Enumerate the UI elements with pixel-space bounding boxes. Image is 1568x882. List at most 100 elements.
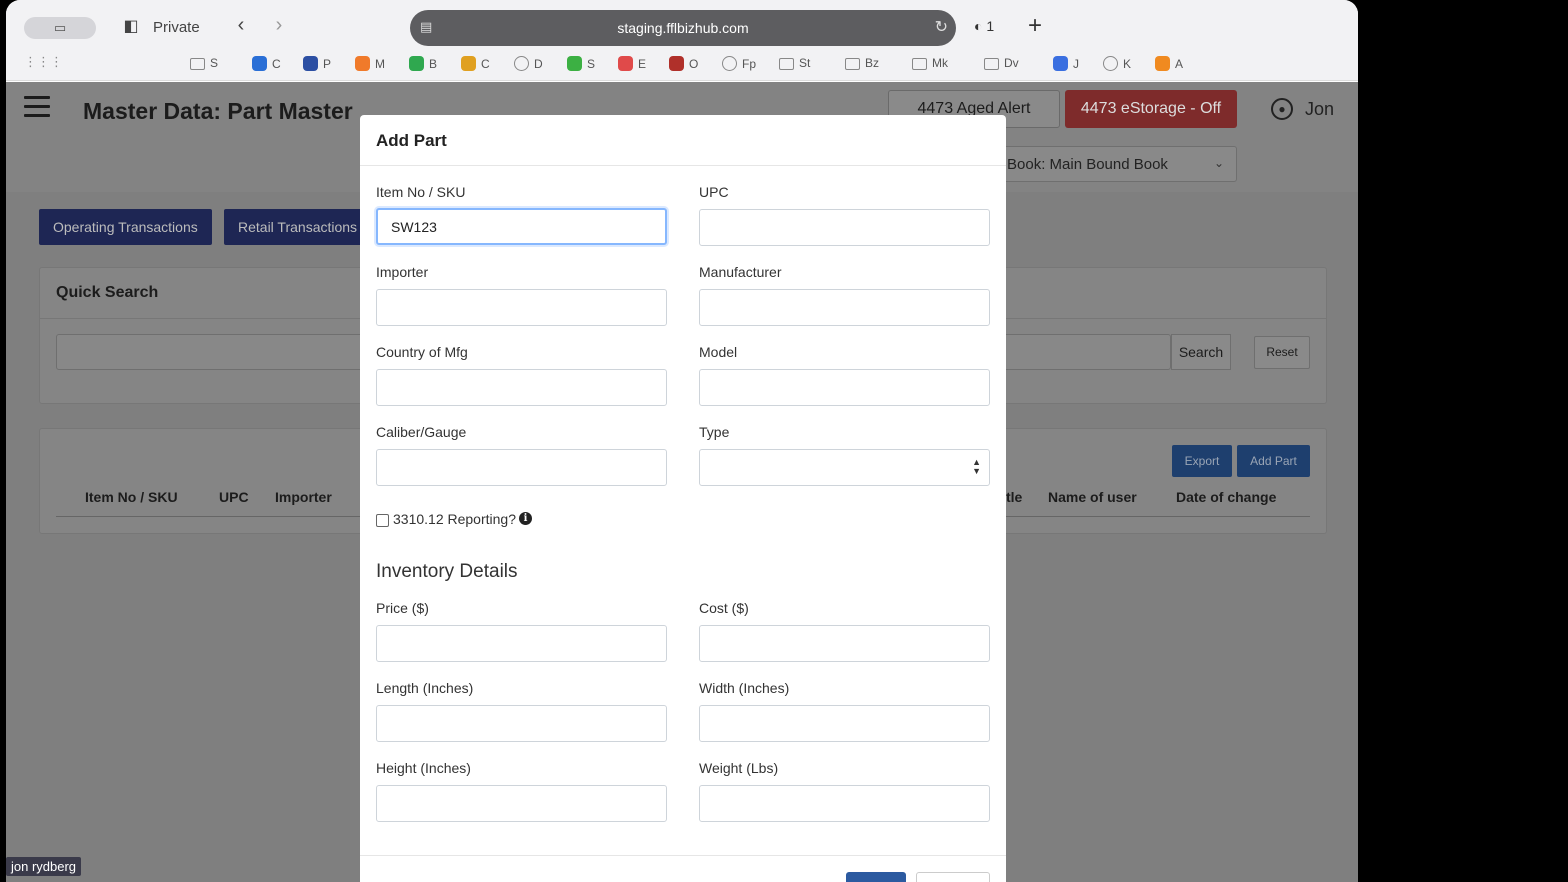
country-label: Country of Mfg bbox=[376, 344, 468, 360]
column-header-importer[interactable]: Importer bbox=[275, 489, 332, 505]
address-bar[interactable]: ▤ staging.fflbizhub.com ↻ bbox=[410, 10, 956, 46]
bookmark-item[interactable]: Fp bbox=[722, 56, 756, 71]
tab-operating-transactions[interactable]: Operating Transactions bbox=[39, 209, 212, 245]
bookmark-label: O bbox=[689, 57, 699, 71]
column-header-name-of-user[interactable]: Name of user bbox=[1048, 489, 1137, 505]
book-select-value: Book: Main Bound Book bbox=[1007, 156, 1168, 173]
add-part-button[interactable]: Add Part bbox=[1237, 445, 1310, 477]
bookmark-item[interactable]: S bbox=[190, 56, 218, 70]
bookmark-item[interactable]: Bz bbox=[845, 56, 879, 70]
bookmark-label: J bbox=[1073, 57, 1079, 71]
url-text: staging.fflbizhub.com bbox=[617, 20, 749, 36]
bookmark-item[interactable]: St bbox=[779, 56, 810, 70]
cost-input[interactable] bbox=[699, 625, 990, 662]
reset-button[interactable]: Reset bbox=[1254, 336, 1310, 369]
page-content: Master Data: Part Master 4473 Aged Alert… bbox=[6, 82, 1358, 882]
length-label: Length (Inches) bbox=[376, 680, 474, 696]
search-button[interactable]: Search bbox=[1171, 334, 1231, 370]
weight-input[interactable] bbox=[699, 785, 990, 822]
width-input[interactable] bbox=[699, 705, 990, 742]
bookmark-item[interactable]: M bbox=[355, 56, 385, 71]
globe-icon bbox=[514, 56, 529, 71]
bookmark-label: Dv bbox=[1004, 56, 1019, 70]
back-arrow-icon[interactable]: ‹ bbox=[230, 14, 252, 37]
new-tab-plus-icon[interactable]: + bbox=[1028, 12, 1042, 40]
bookmark-item[interactable]: D bbox=[514, 56, 543, 71]
caliber-label: Caliber/Gauge bbox=[376, 424, 467, 440]
upc-input[interactable] bbox=[699, 209, 990, 246]
type-select[interactable]: ▲ ▼ bbox=[699, 449, 990, 486]
site-icon bbox=[669, 56, 684, 71]
site-icon bbox=[1053, 56, 1068, 71]
user-name[interactable]: Jon bbox=[1305, 99, 1334, 120]
bookmark-label: C bbox=[272, 57, 281, 71]
bookmark-item[interactable]: A bbox=[1155, 56, 1183, 71]
folder-icon bbox=[984, 58, 999, 70]
folder-icon bbox=[912, 58, 927, 70]
price-input[interactable] bbox=[376, 625, 667, 662]
bookmark-item[interactable]: C bbox=[461, 56, 490, 71]
bookmark-item[interactable]: O bbox=[669, 56, 698, 71]
bookmark-label: K bbox=[1123, 57, 1132, 71]
height-input[interactable] bbox=[376, 785, 667, 822]
bookmark-label: A bbox=[1175, 57, 1184, 71]
country-input[interactable] bbox=[376, 369, 667, 406]
manufacturer-label: Manufacturer bbox=[699, 264, 782, 280]
site-icon bbox=[252, 56, 267, 71]
forward-arrow-icon[interactable]: › bbox=[268, 14, 290, 37]
column-header-sku[interactable]: Item No / SKU bbox=[85, 489, 178, 505]
manufacturer-input[interactable] bbox=[699, 289, 990, 326]
save-button[interactable] bbox=[846, 872, 906, 882]
column-header-title[interactable]: tle bbox=[1006, 489, 1022, 505]
site-icon bbox=[303, 56, 318, 71]
column-header-date-of-change[interactable]: Date of change bbox=[1176, 489, 1276, 505]
tab-overview-icon: ▭ bbox=[53, 20, 67, 35]
user-avatar-icon[interactable]: ● bbox=[1271, 98, 1293, 120]
model-input[interactable] bbox=[699, 369, 990, 406]
sku-input[interactable] bbox=[376, 208, 667, 245]
browser-window: ▭ ◧ Private ‹ › ▤ staging.fflbizhub.com … bbox=[6, 0, 1358, 882]
bookmark-label: D bbox=[534, 57, 543, 71]
book-select[interactable]: Book: Main Bound Book ⌄ bbox=[1000, 146, 1237, 182]
bookmark-item[interactable]: S bbox=[567, 56, 595, 71]
bookmark-item[interactable]: J bbox=[1053, 56, 1079, 71]
length-input[interactable] bbox=[376, 705, 667, 742]
info-icon[interactable]: i bbox=[519, 512, 532, 525]
caliber-input[interactable] bbox=[376, 449, 667, 486]
page-title: Master Data: Part Master bbox=[83, 98, 353, 124]
tab-retail-transactions[interactable]: Retail Transactions bbox=[224, 209, 372, 245]
reload-icon[interactable]: ↻ bbox=[935, 17, 948, 37]
cancel-button[interactable] bbox=[916, 872, 990, 882]
importer-label: Importer bbox=[376, 264, 429, 280]
bookmark-item[interactable]: P bbox=[303, 56, 331, 71]
bookmark-label: S bbox=[587, 57, 596, 71]
column-header-upc[interactable]: UPC bbox=[219, 489, 249, 505]
importer-input[interactable] bbox=[376, 289, 667, 326]
hamburger-menu-icon[interactable] bbox=[24, 96, 50, 118]
estorage-button[interactable]: 4473 eStorage - Off bbox=[1065, 90, 1237, 128]
bookmark-item[interactable]: Dv bbox=[984, 56, 1019, 70]
bookmark-label: M bbox=[375, 57, 385, 71]
bookmark-label: S bbox=[210, 56, 219, 70]
price-label: Price ($) bbox=[376, 600, 429, 616]
reporting-label[interactable]: 3310.12 Reporting? bbox=[393, 511, 516, 527]
globe-icon bbox=[722, 56, 737, 71]
participant-name-tag: jon rydberg bbox=[6, 857, 82, 876]
bookmark-item[interactable]: B bbox=[409, 56, 437, 71]
reporting-checkbox[interactable] bbox=[376, 514, 389, 527]
shield-icon[interactable]: ◐ 1 bbox=[974, 18, 994, 34]
type-label: Type bbox=[699, 424, 730, 440]
bookmark-label: P bbox=[323, 57, 332, 71]
apps-grid-icon[interactable]: ⋮⋮⋮ bbox=[24, 54, 63, 70]
bookmark-item[interactable]: E bbox=[618, 56, 646, 71]
folder-icon bbox=[779, 58, 794, 70]
export-button[interactable]: Export bbox=[1172, 445, 1232, 477]
bookmark-item[interactable]: Mk bbox=[912, 56, 948, 70]
bookmark-item[interactable]: C bbox=[252, 56, 281, 71]
bookmark-item[interactable]: K bbox=[1103, 56, 1131, 71]
tab-overview-button[interactable]: ▭ bbox=[24, 17, 96, 39]
bookmark-label: Bz bbox=[865, 56, 880, 70]
sidebar-toggle-icon[interactable]: ◧ bbox=[120, 16, 142, 38]
browser-chrome: ▭ ◧ Private ‹ › ▤ staging.fflbizhub.com … bbox=[6, 0, 1358, 81]
select-arrows-icon: ▲ ▼ bbox=[972, 457, 981, 476]
